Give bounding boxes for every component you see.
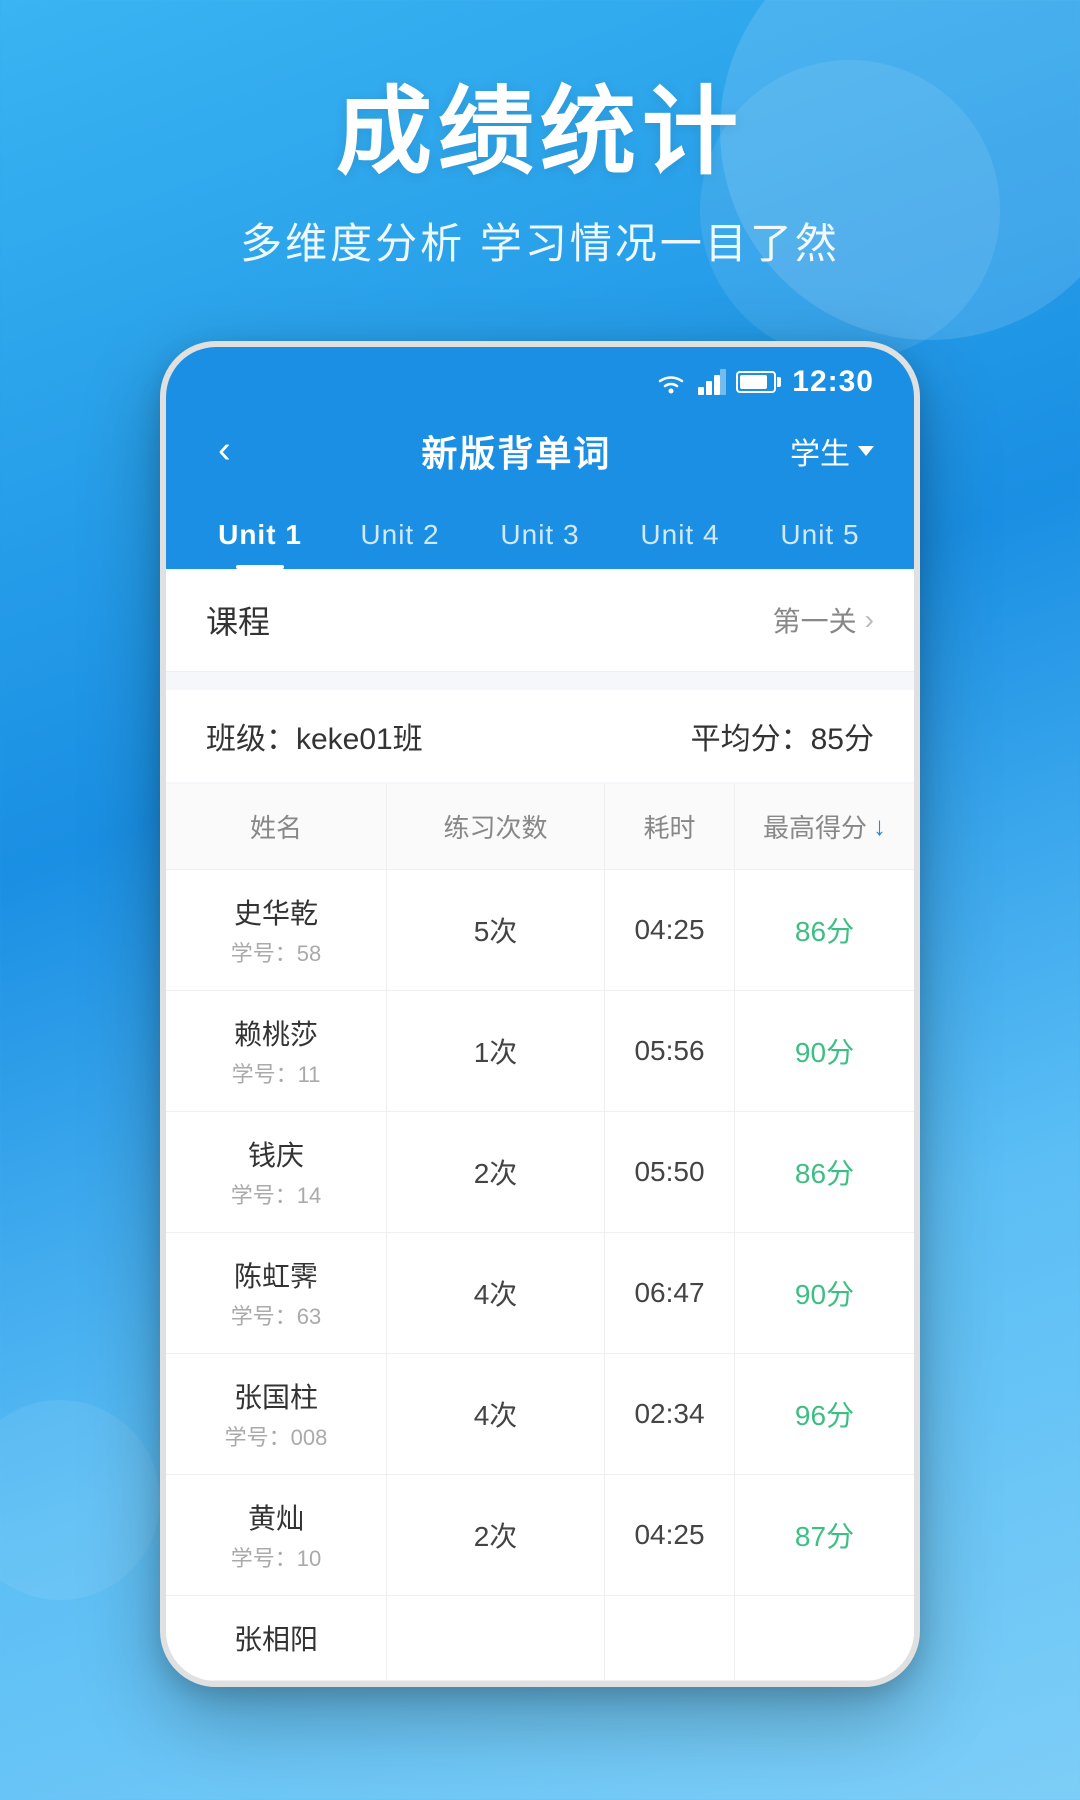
col-header-time: 耗时 [604, 784, 734, 869]
cell-score-1: 90分 [734, 991, 914, 1111]
course-row: 课程 第一关 › [166, 569, 914, 672]
class-name: 班级：keke01班 [206, 714, 423, 758]
avg-score: 平均分：85分 [691, 714, 874, 758]
table-row: 张国柱 学号：008 4次 02:34 96分 [166, 1354, 914, 1475]
table-row: 史华乾 学号：58 5次 04:25 86分 [166, 870, 914, 991]
cell-name-2: 钱庆 学号：14 [166, 1112, 386, 1232]
cell-score-4: 96分 [734, 1354, 914, 1474]
course-label: 课程 [206, 597, 270, 643]
class-info-row: 班级：keke01班 平均分：85分 [166, 690, 914, 782]
student-name-0: 史华乾 [234, 892, 318, 932]
tab-unit4[interactable]: Unit 4 [610, 497, 750, 569]
cell-practice-6 [386, 1596, 604, 1680]
cell-name-3: 陈虹霁 学号：63 [166, 1233, 386, 1353]
student-name-5: 黄灿 [248, 1497, 304, 1537]
cell-practice-0: 5次 [386, 870, 604, 990]
cell-name-5: 黄灿 学号：10 [166, 1475, 386, 1595]
cell-name-4: 张国柱 学号：008 [166, 1354, 386, 1474]
student-name-2: 钱庆 [248, 1134, 304, 1174]
cell-practice-1: 1次 [386, 991, 604, 1111]
cell-practice-4: 4次 [386, 1354, 604, 1474]
back-button[interactable]: ‹ [206, 425, 243, 476]
cell-time-5: 04:25 [604, 1475, 734, 1595]
status-icons [654, 369, 776, 395]
col-header-score: 最高得分 ↓ [734, 784, 914, 869]
bg-circle-3 [0, 1400, 160, 1600]
table-row: 陈虹霁 学号：63 4次 06:47 90分 [166, 1233, 914, 1354]
student-id-3: 学号：63 [231, 1299, 321, 1331]
cell-time-2: 05:50 [604, 1112, 734, 1232]
student-id-1: 学号：11 [232, 1057, 321, 1089]
student-id-0: 学号：58 [231, 936, 321, 968]
tab-unit5[interactable]: Unit 5 [750, 497, 890, 569]
signal-icon [698, 369, 726, 395]
student-id-5: 学号：10 [231, 1541, 321, 1573]
student-name-1: 赖桃莎 [234, 1013, 318, 1053]
header-section: 成绩统计 多维度分析 学习情况一目了然 [240, 80, 840, 271]
student-name-3: 陈虹霁 [234, 1255, 318, 1295]
sort-down-icon[interactable]: ↓ [873, 811, 886, 842]
table-row: 黄灿 学号：10 2次 04:25 87分 [166, 1475, 914, 1596]
unit-tabs: Unit 1 Unit 2 Unit 3 Unit 4 Unit 5 [166, 497, 914, 569]
content-area: 课程 第一关 › 班级：keke01班 平均分：85分 姓名 练习次数 耗时 最… [166, 569, 914, 1681]
cell-time-1: 05:56 [604, 991, 734, 1111]
battery-icon [736, 371, 776, 393]
score-table: 姓名 练习次数 耗时 最高得分 ↓ 史华乾 学号：58 5次 04:25 86分 [166, 784, 914, 1681]
cell-name-1: 赖桃莎 学号：11 [166, 991, 386, 1111]
table-row: 钱庆 学号：14 2次 05:50 86分 [166, 1112, 914, 1233]
cell-time-6 [604, 1596, 734, 1680]
phone-mockup: 12:30 ‹ 新版背单词 学生 Unit 1 Unit 2 Unit 3 Un… [160, 341, 920, 1687]
status-time: 12:30 [792, 365, 874, 399]
nav-bar: ‹ 新版背单词 学生 [166, 409, 914, 497]
cell-practice-3: 4次 [386, 1233, 604, 1353]
nav-title: 新版背单词 [421, 425, 611, 477]
main-title: 成绩统计 [240, 80, 840, 186]
student-name-6: 张相阳 [234, 1618, 318, 1658]
cell-score-0: 86分 [734, 870, 914, 990]
score-header-label: 最高得分 [763, 808, 867, 845]
cell-name-0: 史华乾 学号：58 [166, 870, 386, 990]
student-selector[interactable]: 学生 [790, 429, 874, 473]
student-id-2: 学号：14 [231, 1178, 321, 1210]
cell-score-2: 86分 [734, 1112, 914, 1232]
col-header-practice: 练习次数 [386, 784, 604, 869]
col-header-name: 姓名 [166, 784, 386, 869]
cell-time-3: 06:47 [604, 1233, 734, 1353]
cell-score-5: 87分 [734, 1475, 914, 1595]
course-nav[interactable]: 第一关 › [773, 600, 874, 640]
student-id-4: 学号：008 [225, 1420, 328, 1452]
student-label: 学生 [790, 429, 850, 473]
cell-practice-5: 2次 [386, 1475, 604, 1595]
tab-unit1[interactable]: Unit 1 [190, 497, 330, 569]
wifi-icon [654, 369, 688, 395]
student-name-4: 张国柱 [234, 1376, 318, 1416]
table-row: 赖桃莎 学号：11 1次 05:56 90分 [166, 991, 914, 1112]
cell-practice-2: 2次 [386, 1112, 604, 1232]
cell-name-6: 张相阳 [166, 1596, 386, 1680]
dropdown-arrow-icon [858, 446, 874, 456]
status-bar: 12:30 [166, 347, 914, 409]
cell-score-3: 90分 [734, 1233, 914, 1353]
tab-unit3[interactable]: Unit 3 [470, 497, 610, 569]
table-header: 姓名 练习次数 耗时 最高得分 ↓ [166, 784, 914, 870]
course-nav-text: 第一关 [773, 600, 857, 640]
sub-title: 多维度分析 学习情况一目了然 [240, 210, 840, 271]
cell-score-6 [734, 1596, 914, 1680]
cell-time-4: 02:34 [604, 1354, 734, 1474]
chevron-right-icon: › [865, 604, 874, 636]
tab-unit2[interactable]: Unit 2 [330, 497, 470, 569]
table-row: 张相阳 [166, 1596, 914, 1681]
cell-time-0: 04:25 [604, 870, 734, 990]
